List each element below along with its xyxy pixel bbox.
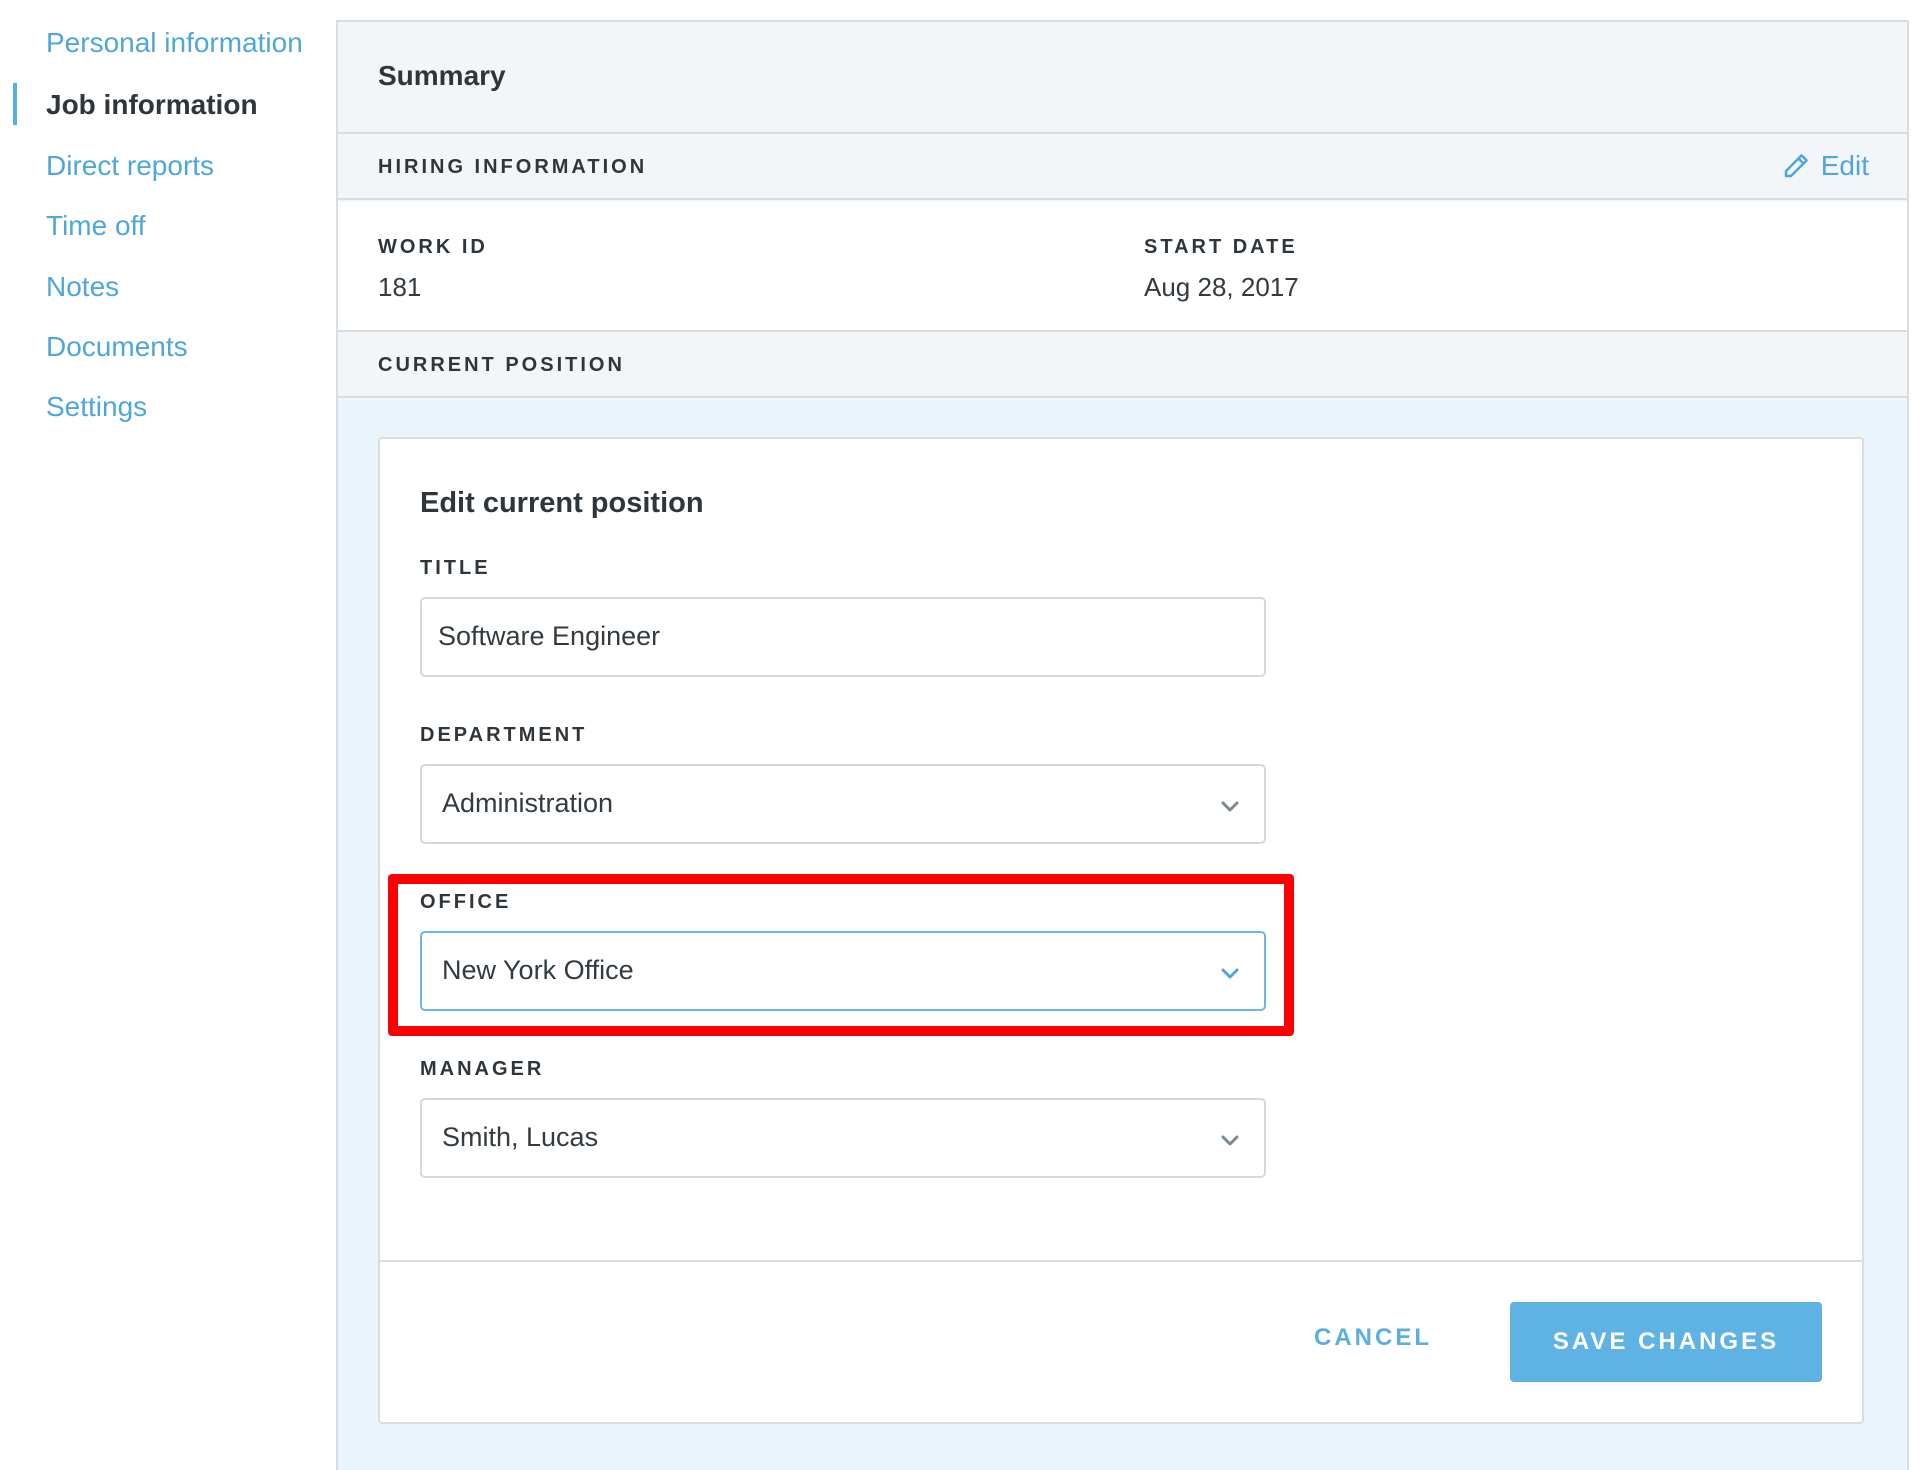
work-id-label: WORK ID xyxy=(378,236,488,258)
sidebar-item-notes[interactable]: Notes xyxy=(46,270,119,304)
hiring-information-label: HIRING INFORMATION xyxy=(378,156,648,178)
edit-hiring-link[interactable]: Edit xyxy=(1781,150,1869,182)
chevron-down-icon xyxy=(1221,1135,1239,1146)
manager-field-label: MANAGER xyxy=(420,1058,545,1080)
edit-position-title: Edit current position xyxy=(420,487,704,519)
edit-label: Edit xyxy=(1820,150,1869,181)
title-field-label: TITLE xyxy=(420,557,491,579)
cancel-button[interactable]: CANCEL xyxy=(1314,1324,1432,1352)
office-select-value: New York Office xyxy=(442,955,634,985)
chevron-down-icon xyxy=(1221,801,1239,812)
job-information-panel: Summary HIRING INFORMATION Edit WORK ID … xyxy=(336,20,1909,1470)
start-date-value: Aug 28, 2017 xyxy=(1144,272,1299,302)
start-date-label: START DATE xyxy=(1144,236,1298,258)
title-input-value: Software Engineer xyxy=(438,621,661,651)
sidebar-active-indicator xyxy=(13,83,17,125)
work-id-value: 181 xyxy=(378,272,422,302)
office-select[interactable]: New York Office xyxy=(420,931,1266,1011)
manager-select-value: Smith, Lucas xyxy=(442,1122,599,1152)
sidebar-item-documents[interactable]: Documents xyxy=(46,330,188,364)
pencil-icon xyxy=(1784,154,1808,178)
department-select-value: Administration xyxy=(442,788,614,818)
summary-header: Summary xyxy=(338,22,1907,134)
save-changes-button[interactable]: SAVE CHANGES xyxy=(1510,1302,1822,1382)
office-field-label: OFFICE xyxy=(420,891,512,913)
sidebar-item-job-information[interactable]: Job information xyxy=(46,88,258,122)
summary-title: Summary xyxy=(378,60,506,91)
edit-card-footer: CANCEL SAVE CHANGES xyxy=(380,1260,1862,1422)
title-input[interactable]: Software Engineer xyxy=(420,597,1266,677)
chevron-down-icon xyxy=(1221,968,1239,979)
sidebar-item-time-off[interactable]: Time off xyxy=(46,209,146,243)
hiring-information-body: WORK ID 181 START DATE Aug 28, 2017 xyxy=(338,202,1907,332)
sidebar-item-settings[interactable]: Settings xyxy=(46,390,147,424)
sidebar-item-personal-information[interactable]: Personal information xyxy=(46,26,303,60)
sidebar-item-direct-reports[interactable]: Direct reports xyxy=(46,149,214,183)
current-position-label: CURRENT POSITION xyxy=(378,354,625,376)
department-field-label: DEPARTMENT xyxy=(420,724,588,746)
current-position-bar: CURRENT POSITION xyxy=(338,332,1907,398)
edit-position-card: Edit current position TITLE Software Eng… xyxy=(378,437,1864,1424)
sidebar-nav: Personal information Job information Dir… xyxy=(0,0,335,1470)
department-select[interactable]: Administration xyxy=(420,764,1266,844)
manager-select[interactable]: Smith, Lucas xyxy=(420,1098,1266,1178)
hiring-information-bar: HIRING INFORMATION Edit xyxy=(338,134,1907,200)
